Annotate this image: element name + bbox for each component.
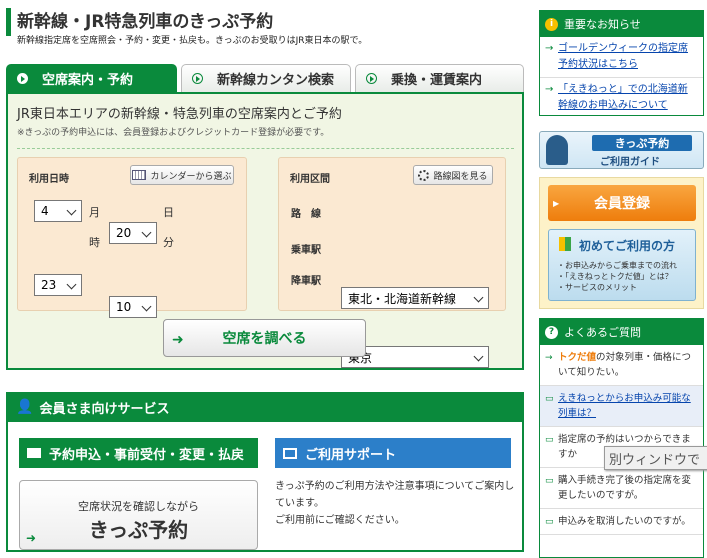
book-icon <box>283 447 297 459</box>
faq-box: ? よくあるご質問 → トクだ値の対象列車・価格について知りたい。 ▭ えきねっとから… <box>539 318 704 558</box>
member-services-title: 会員さま向けサービス <box>39 401 170 417</box>
day-unit: 日 <box>163 206 174 219</box>
reserve-main-label: きっぷ予約 <box>88 518 189 542</box>
minute-select[interactable]: 10 <box>109 296 157 318</box>
hour-select[interactable]: 23 <box>34 274 82 296</box>
faq-item[interactable]: → トクだ値の対象列車・価格について知りたい。 <box>540 345 703 386</box>
arrow-circle-icon <box>17 73 28 84</box>
route-map-label: 路線図を見る <box>433 171 488 182</box>
support-label: ご利用サポート <box>305 447 397 463</box>
arrow-circle-icon <box>192 73 203 84</box>
date-label: 利用日時 <box>29 174 69 185</box>
support-text: きっぷ予約のご利用方法や注意事項についてご案内しています。ご利用前にご確認くださ… <box>275 478 515 529</box>
tab-seat-availability[interactable]: 空席案内・予約 <box>6 64 177 92</box>
faq-link[interactable]: えきねっとからお申込み可能な列車は？ <box>558 393 691 419</box>
ticket-icon <box>27 448 41 458</box>
notice-box: i 重要なお知らせ ゴールデンウィークの指定席予約状況はこちら 「えきねっと」での… <box>539 10 704 116</box>
page-title: 新幹線・JR特急列車のきっぷ予約 <box>17 12 274 32</box>
first-time-items: ・お申込みからご乗車までの流れ ・「えきねっとトクだ値」とは？ ・サービスのメリット <box>557 260 677 293</box>
operator-icon <box>546 135 568 165</box>
register-button[interactable]: ▶ 会員登録 <box>548 185 696 221</box>
guide-title: きっぷ予約 <box>592 135 692 151</box>
title-accent-bar <box>6 8 11 36</box>
arrow-right-icon: → <box>545 353 553 363</box>
support-button[interactable]: ご利用サポート <box>275 438 511 468</box>
support-text-1: きっぷ予約のご利用方法や注意事項についてご案内しています。 <box>275 481 515 509</box>
tab-label: 乗換・運賃案内 <box>391 73 483 88</box>
faq-item[interactable]: ▭ えきねっとからお申込み可能な列車は？ <box>540 386 703 427</box>
route-label: 利用区間 <box>290 174 330 185</box>
question-icon: ? <box>545 325 558 339</box>
hour-unit: 時 <box>89 236 100 249</box>
beginner-mark-icon <box>559 237 571 251</box>
faq-text: 購入手続き完了後の指定席を変更したいのですが。 <box>558 475 692 501</box>
divider <box>17 148 514 149</box>
info-icon: i <box>545 17 558 31</box>
panel-note: ※きっぷの予約申込には、会員登録およびクレジットカード登録が必要です。 <box>17 128 330 138</box>
tab-transfer-fare[interactable]: 乗換・運賃案内 <box>355 64 524 92</box>
arrow-right-icon: ➜ <box>172 332 184 348</box>
guide-banner[interactable]: きっぷ予約 ご利用ガイド <box>539 131 704 169</box>
reserve-change-label: 予約申込・事前受付・変更・払戻 <box>49 447 245 463</box>
day-select[interactable]: 20 <box>109 222 157 244</box>
faq-item[interactable]: ▭ 申込みを取消したいのですが。 <box>540 509 703 535</box>
guide-subtitle: ご利用ガイド <box>600 157 660 168</box>
first-item: ・「えきねっとトクだ値」とは？ <box>557 272 673 281</box>
faq-header: ? よくあるご質問 <box>540 319 703 345</box>
arrow-circle-icon <box>366 73 377 84</box>
page-icon: ▭ <box>545 394 554 404</box>
tab-label: 新幹線カンタン検索 <box>217 73 335 88</box>
page-icon: ▭ <box>545 476 554 486</box>
route-map-button[interactable]: 路線図を見る <box>413 165 493 185</box>
register-label: 会員登録 <box>594 196 650 212</box>
ticket-reserve-button[interactable]: 空席状況を確認しながら きっぷ予約 ➜ <box>19 480 258 550</box>
reserve-sub-label: 空席状況を確認しながら <box>78 500 199 513</box>
notice-title: 重要なお知らせ <box>564 18 641 31</box>
route-map-icon <box>418 169 430 181</box>
alight-station-label: 降車駅 <box>291 276 321 287</box>
first-time-title: 初めてご利用の方 <box>579 239 676 253</box>
tokudane-label: トクだ値 <box>558 352 597 363</box>
faq-item[interactable]: ▭ 購入手続き完了後の指定席を変更したいのですが。 <box>540 468 703 509</box>
faq-title: よくあるご質問 <box>564 326 641 339</box>
month-select[interactable]: 4 <box>34 200 82 222</box>
calendar-button[interactable]: カレンダーから選ぶ <box>130 165 234 185</box>
tab-shinkansen-search[interactable]: 新幹線カンタン検索 <box>181 64 351 92</box>
page-icon: ▭ <box>545 517 554 527</box>
page-subtitle: 新幹線指定席を空席照会・予約・変更・払戻も。きっぷのお受取りはJR東日本の駅で。 <box>17 36 368 46</box>
new-window-tooltip: 別ウィンドウで <box>604 446 707 470</box>
notice-link[interactable]: 「えきねっと」での北海道新幹線のお申込みについて <box>540 78 703 118</box>
calendar-button-label: カレンダーから選ぶ <box>150 171 232 182</box>
support-text-2: ご利用前にご確認ください。 <box>275 515 405 526</box>
line-label: 路 線 <box>291 209 321 220</box>
tab-label: 空席案内・予約 <box>42 73 134 88</box>
search-button-label: 空席を調べる <box>222 331 307 347</box>
faq-text: 申込みを取消したいのですが。 <box>558 516 691 527</box>
user-icon: 👤 <box>16 399 34 415</box>
calendar-icon <box>132 170 147 180</box>
minute-unit: 分 <box>163 236 174 249</box>
member-services-header: 👤 会員さま向けサービス <box>6 392 524 422</box>
notice-header: i 重要なお知らせ <box>540 11 703 37</box>
first-time-button[interactable]: 初めてご利用の方 ・お申込みからご乗車までの流れ ・「えきねっとトクだ値」とは？・… <box>548 229 696 301</box>
first-item: ・サービスのメリット <box>557 283 637 292</box>
search-seats-button[interactable]: ➜ 空席を調べる <box>163 319 366 357</box>
first-item: ・お申込みからご乗車までの流れ <box>557 261 677 270</box>
reserve-change-button[interactable]: 予約申込・事前受付・変更・払戻 <box>19 438 258 468</box>
arrow-right-icon: ➜ <box>26 531 37 545</box>
line-select[interactable]: 東北・北海道新幹線 <box>341 287 489 309</box>
arrow-right-icon: ▶ <box>553 198 560 208</box>
board-station-label: 乗車駅 <box>291 245 321 256</box>
page-icon: ▭ <box>545 435 554 445</box>
notice-link[interactable]: ゴールデンウィークの指定席予約状況はこちら <box>540 37 703 78</box>
panel-heading: JR東日本エリアの新幹線・特急列車の空席案内とご予約 <box>17 107 342 122</box>
month-unit: 月 <box>89 206 100 219</box>
